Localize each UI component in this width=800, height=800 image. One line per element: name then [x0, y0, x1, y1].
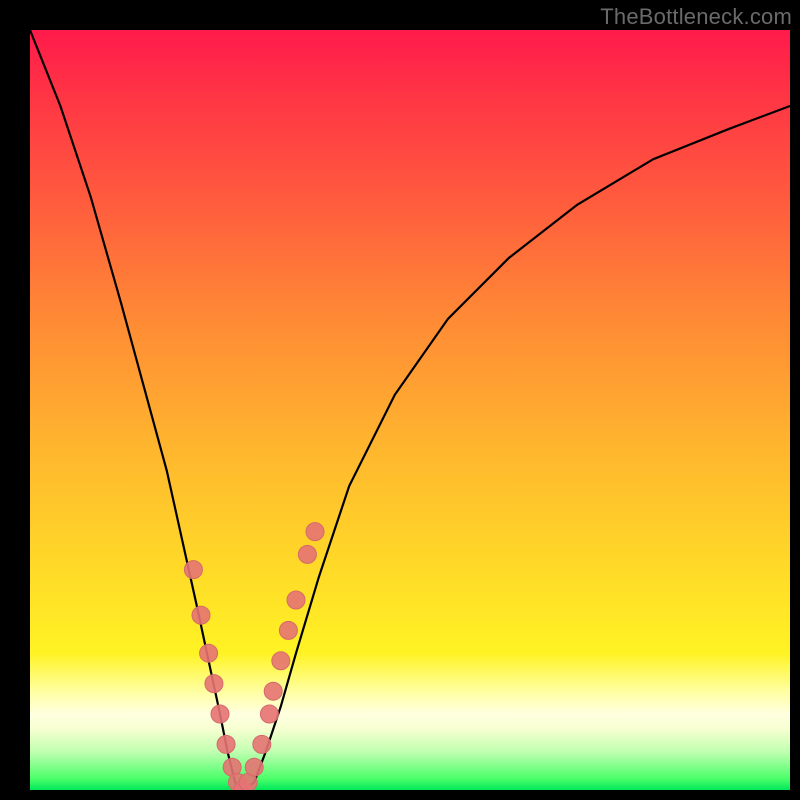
curve-marker	[245, 758, 263, 776]
curve-marker	[192, 606, 210, 624]
curve-marker	[205, 675, 223, 693]
bottleneck-curve	[30, 30, 790, 790]
curve-marker	[253, 735, 271, 753]
curve-marker	[272, 652, 290, 670]
curve-marker	[184, 561, 202, 579]
curve-marker	[260, 705, 278, 723]
curve-markers	[184, 523, 324, 790]
curve-marker	[211, 705, 229, 723]
curve-marker	[279, 621, 297, 639]
curve-marker	[298, 545, 316, 563]
plot-area	[30, 30, 790, 790]
curve-marker	[306, 523, 324, 541]
watermark-text: TheBottleneck.com	[600, 4, 792, 30]
curve-marker	[287, 591, 305, 609]
curve-marker	[200, 644, 218, 662]
curve-marker	[264, 682, 282, 700]
curve-marker	[217, 735, 235, 753]
chart-frame: TheBottleneck.com	[0, 0, 800, 800]
bottleneck-chart-svg	[30, 30, 790, 790]
